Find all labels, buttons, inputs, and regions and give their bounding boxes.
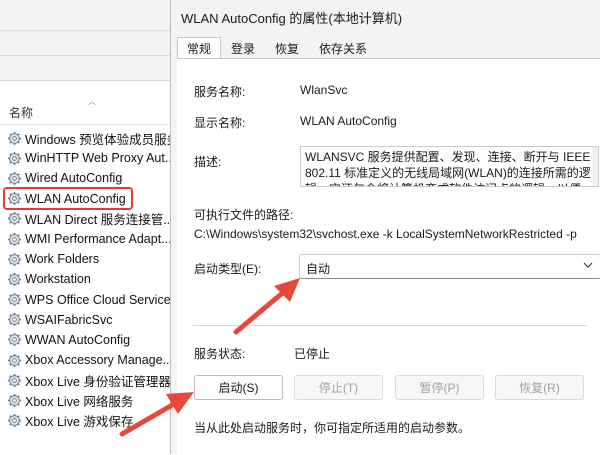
service-list-item[interactable]: Xbox Accessory Manage... bbox=[7, 350, 170, 370]
description-scrollbar[interactable] bbox=[592, 147, 598, 186]
service-list-item[interactable]: WWAN AutoConfig bbox=[7, 330, 170, 350]
resume-button[interactable]: 恢复(R) bbox=[495, 375, 584, 400]
divider bbox=[0, 30, 170, 31]
arrow-annotation-startup bbox=[233, 278, 300, 335]
service-name: Work Folders bbox=[25, 252, 100, 267]
start-params-hint: 当从此处启动服务时，你可指定所适用的启动参数。 bbox=[194, 421, 471, 435]
properties-dialog: WLAN AutoConfig 的属性(本地计算机) 常规 登录 恢复 依存关系… bbox=[170, 0, 600, 454]
service-list-item[interactable]: WMI Performance Adapt... bbox=[7, 229, 170, 249]
description-textbox[interactable]: WLANSVC 服务提供配置、发现、连接、断开与 IEEE 802.11 标准定… bbox=[300, 146, 599, 187]
arrow-annotation-start bbox=[119, 392, 194, 437]
service-name: Wired AutoConfig bbox=[25, 171, 123, 186]
general-panel: 服务名称: WlanSvc 显示名称: WLAN AutoConfig 描述: … bbox=[177, 58, 600, 454]
gear-icon bbox=[7, 312, 22, 327]
name-column-header[interactable]: 名称 bbox=[9, 104, 33, 121]
display-name-label: 显示名称: bbox=[194, 116, 246, 130]
service-list-item[interactable]: WLAN Direct 服务连接管... bbox=[7, 209, 170, 229]
startup-type-select[interactable]: 自动 bbox=[299, 254, 600, 279]
chevron-down-icon bbox=[583, 262, 593, 268]
gear-icon bbox=[7, 252, 22, 267]
start-button[interactable]: 启动(S) bbox=[194, 375, 283, 400]
tab-logon[interactable]: 登录 bbox=[221, 37, 265, 59]
service-list-item[interactable]: Work Folders bbox=[7, 249, 170, 269]
service-name: Workstation bbox=[25, 272, 91, 287]
service-name: WMI Performance Adapt... bbox=[25, 232, 170, 247]
tab-dependencies[interactable]: 依存关系 bbox=[309, 37, 377, 59]
gear-icon bbox=[7, 171, 22, 186]
tab-bar: 常规 登录 恢复 依存关系 bbox=[177, 37, 377, 59]
service-name: Xbox Accessory Manage... bbox=[25, 353, 170, 368]
service-name: Windows 预览体验成员服务 bbox=[25, 132, 170, 147]
service-list-item[interactable]: WSAIFabricSvc bbox=[7, 310, 170, 330]
gear-icon bbox=[7, 332, 22, 347]
service-name-value: WlanSvc bbox=[300, 83, 348, 97]
service-name: WLAN Direct 服务连接管... bbox=[25, 213, 170, 228]
exe-path-value: C:\Windows\system32\svchost.exe -k Local… bbox=[194, 227, 577, 241]
gear-icon bbox=[7, 151, 22, 166]
description-label: 描述: bbox=[194, 155, 222, 169]
divider bbox=[0, 55, 170, 56]
service-name-label: 服务名称: bbox=[194, 85, 246, 99]
gear-icon bbox=[7, 393, 22, 408]
tab-general[interactable]: 常规 bbox=[177, 37, 222, 59]
dialog-title: WLAN AutoConfig 的属性(本地计算机) bbox=[181, 11, 403, 26]
service-list-item[interactable]: Windows 预览体验成员服务 bbox=[7, 128, 170, 148]
service-name: WinHTTP Web Proxy Aut... bbox=[25, 151, 170, 166]
divider bbox=[0, 124, 170, 125]
service-name: WPS Office Cloud Service bbox=[25, 292, 170, 307]
service-list-item[interactable]: Wired AutoConfig bbox=[7, 168, 170, 188]
gear-icon bbox=[7, 413, 22, 428]
service-name: WSAIFabricSvc bbox=[25, 312, 113, 327]
exe-path-label: 可执行文件的路径: bbox=[194, 208, 294, 222]
gear-icon bbox=[7, 292, 22, 307]
service-list-item[interactable]: WinHTTP Web Proxy Aut... bbox=[7, 148, 170, 168]
sort-up-icon[interactable]: ︿ bbox=[88, 96, 96, 107]
highlight-box bbox=[3, 187, 133, 210]
gear-icon bbox=[7, 211, 22, 226]
services-toolbar-area bbox=[0, 0, 170, 80]
service-list-item[interactable]: WPS Office Cloud Service bbox=[7, 290, 170, 310]
display-name-value: WLAN AutoConfig bbox=[300, 114, 397, 128]
gear-icon bbox=[7, 272, 22, 287]
stop-button[interactable]: 停止(T) bbox=[294, 375, 383, 400]
gear-icon bbox=[7, 353, 22, 368]
gear-icon bbox=[7, 131, 22, 146]
gear-icon bbox=[7, 373, 22, 388]
service-status-label: 服务状态: bbox=[194, 347, 246, 361]
pause-button[interactable]: 暂停(P) bbox=[395, 375, 484, 400]
service-list-item[interactable]: Workstation bbox=[7, 269, 170, 289]
tab-recovery[interactable]: 恢复 bbox=[265, 37, 309, 59]
gear-icon bbox=[7, 232, 22, 247]
service-name: WWAN AutoConfig bbox=[25, 332, 131, 347]
description-text: WLANSVC 服务提供配置、发现、连接、断开与 IEEE 802.11 标准定… bbox=[305, 150, 591, 186]
service-status-value: 已停止 bbox=[294, 347, 331, 361]
